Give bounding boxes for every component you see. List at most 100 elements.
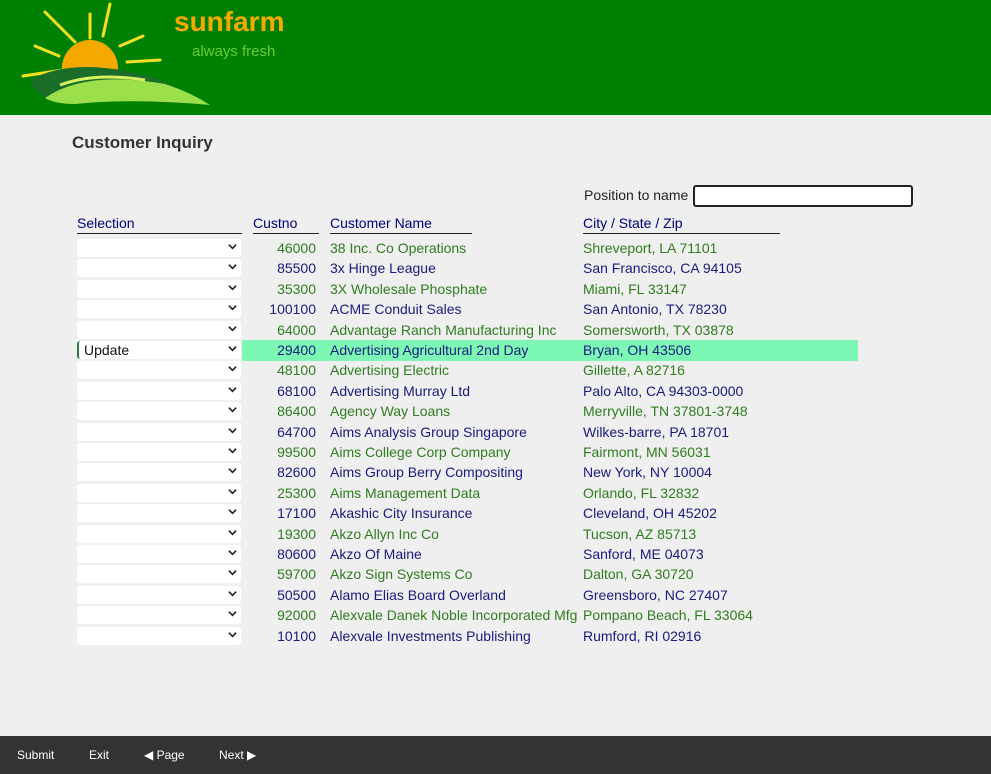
selection-dropdown[interactable] [77, 300, 241, 319]
selection-dropdown[interactable] [77, 259, 241, 278]
customer-name-cell[interactable]: Advertising Agricultural 2nd Day [330, 342, 528, 358]
chevron-down-icon [228, 448, 237, 454]
city-state-zip-cell: Pompano Beach, FL 33064 [583, 607, 753, 624]
custno-cell: 92000 [277, 607, 316, 624]
selection-dropdown[interactable] [77, 279, 241, 298]
selection-dropdown[interactable] [77, 381, 241, 400]
table-row[interactable]: 35300 3X Wholesale Phosphate Miami, FL 331… [0, 279, 991, 299]
customer-name-cell[interactable]: Akzo Sign Systems Co [330, 566, 472, 582]
customer-name-cell[interactable]: Aims College Corp Company [330, 444, 511, 460]
table-row[interactable]: 85500 3x Hinge League San Francisco, CA 94… [0, 258, 991, 278]
selection-dropdown[interactable] [77, 585, 241, 604]
customer-name-cell[interactable]: Alexvale Investments Publishing [330, 628, 531, 644]
customer-name-cell[interactable]: Akzo Allyn Inc Co [330, 526, 439, 542]
table-row[interactable]: 17100 Akashic City Insurance Cleveland, OH… [0, 503, 991, 523]
customer-name-cell[interactable]: Advantage Ranch Manufacturing Inc [330, 322, 556, 338]
previous-page-button[interactable]: ◀ Page [144, 748, 185, 762]
table-row[interactable]: 59700 Akzo Sign Systems Co Dalton, GA 3072… [0, 564, 991, 584]
position-to-name-input[interactable] [693, 185, 913, 207]
custno-cell: 64000 [277, 321, 316, 338]
city-state-zip-cell: San Antonio, TX 78230 [583, 301, 727, 318]
custno-cell: 82600 [277, 464, 316, 481]
custno-cell: 85500 [277, 260, 316, 277]
table-row[interactable]: 10100 Alexvale Investments Publishing Rumf… [0, 626, 991, 646]
city-state-zip-cell: Greensboro, NC 27407 [583, 586, 728, 603]
customer-name-cell[interactable]: Aims Analysis Group Singapore [330, 424, 527, 440]
submit-button[interactable]: Submit [17, 748, 54, 762]
custno-cell: 48100 [277, 362, 316, 379]
customer-name-cell[interactable]: Advertising Electric [330, 362, 449, 378]
selection-dropdown[interactable] [77, 320, 241, 339]
selection-dropdown[interactable] [77, 524, 241, 543]
selection-dropdown[interactable] [77, 606, 241, 625]
city-state-zip-cell: Dalton, GA 30720 [583, 566, 694, 583]
table-row[interactable]: 80600 Akzo Of Maine Sanford, ME 04073 [0, 544, 991, 564]
column-header-custno: Custno [253, 215, 319, 234]
table-row[interactable]: 68100 Advertising Murray Ltd Palo Alto, CA… [0, 381, 991, 401]
city-state-zip-cell: Shreveport, LA 71101 [583, 240, 718, 256]
table-row[interactable]: 99500 Aims College Corp Company Fairmont, … [0, 442, 991, 462]
exit-button[interactable]: Exit [89, 748, 109, 762]
table-row[interactable]: 64000 Advantage Ranch Manufacturing Inc So… [0, 320, 991, 340]
custno-cell: 29400 [277, 342, 316, 358]
brand-tagline: always fresh [192, 43, 276, 60]
selection-dropdown[interactable] [77, 545, 241, 563]
city-state-zip-cell: Tucson, AZ 85713 [583, 525, 697, 542]
table-row[interactable]: 100100 ACME Conduit Sales San Antonio, TX … [0, 299, 991, 319]
selection-dropdown[interactable] [77, 626, 241, 645]
selection-dropdown[interactable] [77, 483, 241, 502]
custno-cell: 68100 [277, 382, 316, 399]
chevron-down-icon [228, 284, 237, 291]
customer-name-cell[interactable]: Aims Group Berry Compositing [330, 464, 523, 480]
table-row[interactable]: 46000 38 Inc. Co Operations Shreveport, LA… [0, 238, 991, 258]
next-page-button[interactable]: Next ▶ [219, 748, 256, 762]
selection-dropdown[interactable]: Update [77, 341, 241, 359]
selection-dropdown[interactable] [77, 239, 241, 257]
table-row[interactable]: 92000 Alexvale Danek Noble Incorporated M… [0, 605, 991, 625]
selection-dropdown[interactable] [77, 402, 241, 421]
custno-cell: 10100 [277, 627, 316, 644]
customer-name-cell[interactable]: Akashic City Insurance [330, 505, 472, 521]
table-row[interactable]: Update 29400 Advertising Agricultural 2nd … [0, 340, 991, 361]
brand-name: sunfarm [174, 6, 285, 37]
customer-name-cell[interactable]: 3x Hinge League [330, 260, 436, 276]
table-row[interactable]: 82600 Aims Group Berry Compositing New Yor… [0, 462, 991, 482]
custno-cell: 64700 [277, 423, 316, 440]
selection-dropdown[interactable] [77, 361, 241, 380]
customer-name-cell[interactable]: Alamo Elias Board Overland [330, 587, 506, 603]
position-to-name-label: Position to name [584, 187, 689, 203]
app-header: sunfarm always fresh [0, 0, 991, 115]
chevron-down-icon [228, 488, 237, 495]
chevron-down-icon [228, 305, 237, 311]
column-header-city-state-zip: City / State / Zip [583, 215, 780, 234]
customer-name-cell[interactable]: Alexvale Danek Noble Incorporated Mfg [330, 607, 577, 623]
customer-name-cell[interactable]: ACME Conduit Sales [330, 301, 462, 317]
chevron-down-icon [228, 346, 237, 352]
customer-name-cell[interactable]: Aims Management Data [330, 485, 480, 501]
custno-cell: 46000 [277, 240, 316, 256]
table-row[interactable]: 50500 Alamo Elias Board Overland Greensbor… [0, 585, 991, 605]
table-row[interactable]: 19300 Akzo Allyn Inc Co Tucson, AZ 85713 [0, 524, 991, 544]
chevron-down-icon [228, 509, 237, 515]
selection-dropdown[interactable] [77, 565, 241, 584]
selection-dropdown[interactable] [77, 504, 241, 523]
customer-name-cell[interactable]: Akzo Of Maine [330, 546, 422, 562]
city-state-zip-cell: Palo Alto, CA 94303-0000 [583, 382, 744, 399]
chevron-down-icon [228, 570, 237, 576]
custno-cell: 100100 [269, 301, 316, 318]
table-row[interactable]: 48100 Advertising Electric Gillette, A 827… [0, 360, 991, 380]
selection-dropdown[interactable] [77, 443, 241, 461]
chevron-down-icon [228, 550, 237, 556]
table-row[interactable]: 86400 Agency Way Loans Merryville, TN 3780… [0, 401, 991, 421]
customer-name-cell[interactable]: Agency Way Loans [330, 403, 450, 419]
selection-dropdown[interactable] [77, 422, 241, 441]
table-row[interactable]: 25300 Aims Management Data Orlando, FL 328… [0, 483, 991, 503]
city-state-zip-cell: San Francisco, CA 94105 [583, 260, 742, 277]
customer-name-cell[interactable]: 38 Inc. Co Operations [330, 240, 466, 256]
selection-dropdown[interactable] [77, 463, 241, 482]
customer-name-cell[interactable]: 3X Wholesale Phosphate [330, 281, 487, 297]
customer-name-cell[interactable]: Advertising Murray Ltd [330, 383, 470, 399]
city-state-zip-cell: Merryville, TN 37801-3748 [583, 403, 748, 420]
city-state-zip-cell: New York, NY 10004 [583, 464, 712, 481]
table-row[interactable]: 64700 Aims Analysis Group Singapore Wilkes… [0, 422, 991, 442]
